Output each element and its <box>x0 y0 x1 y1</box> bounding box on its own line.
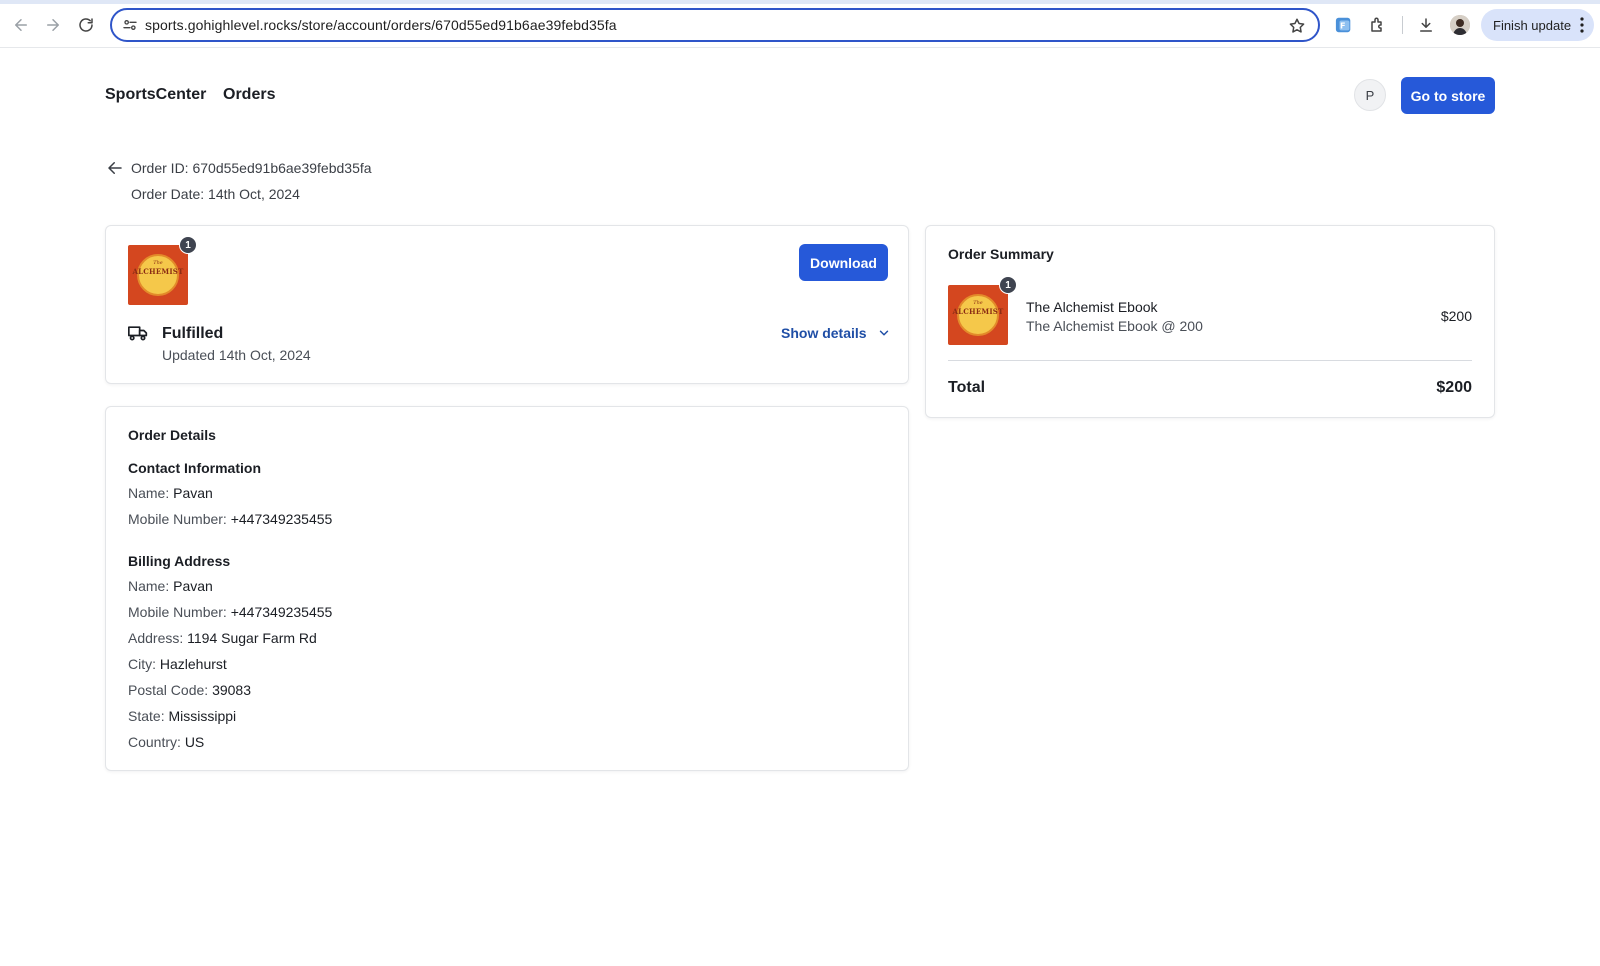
field-label: Name: <box>128 485 170 501</box>
url-text[interactable]: sports.gohighlevel.rocks/store/account/o… <box>145 17 617 33</box>
field-label: Postal Code: <box>128 682 209 698</box>
browser-profile-avatar[interactable] <box>1450 15 1470 35</box>
toolbar-divider <box>1402 16 1403 34</box>
contact-name: Name: Pavan <box>128 485 213 501</box>
field-label: Mobile Number: <box>128 511 227 527</box>
finish-update-button[interactable]: Finish update <box>1481 9 1594 41</box>
user-avatar[interactable]: P <box>1354 79 1386 111</box>
download-button[interactable]: Download <box>799 244 888 281</box>
cover-the-text: The <box>153 260 163 266</box>
more-menu-icon[interactable] <box>1580 17 1584 33</box>
billing-city: City: Hazlehurst <box>128 656 227 672</box>
order-details-card: Order Details Contact Information Name: … <box>105 406 909 771</box>
fulfillment-status: Fulfilled <box>162 325 224 342</box>
fulfillment-card: The ALCHEMIST 1 Download Fulfilled Updat… <box>105 225 909 384</box>
chevron-down-icon <box>879 330 888 336</box>
total-label: Total <box>948 379 986 396</box>
back-icon[interactable] <box>10 14 32 36</box>
address-bar[interactable]: sports.gohighlevel.rocks/store/account/o… <box>110 8 1320 42</box>
quantity-badge: 1 <box>179 236 197 254</box>
summary-item-variant: The Alchemist Ebook @ 200 <box>1026 318 1203 334</box>
go-to-store-button[interactable]: Go to store <box>1401 77 1495 114</box>
browser-toolbar: sports.gohighlevel.rocks/store/account/o… <box>0 0 1600 48</box>
field-label: City: <box>128 656 156 672</box>
billing-postal-code: Postal Code: 39083 <box>128 682 251 698</box>
show-details-toggle[interactable]: Show details <box>781 325 891 341</box>
extensions-puzzle-icon[interactable] <box>1368 15 1388 35</box>
site-settings-icon[interactable] <box>122 17 138 33</box>
summary-product-image: The ALCHEMIST <box>948 285 1008 345</box>
order-summary-card: Order Summary The ALCHEMIST 1 The Alchem… <box>925 225 1495 418</box>
downloads-icon[interactable] <box>1416 15 1436 35</box>
reload-icon[interactable] <box>75 14 97 36</box>
field-value: 39083 <box>212 682 251 698</box>
tab-strip-edge <box>0 0 1600 4</box>
product-image: The ALCHEMIST <box>128 245 188 305</box>
summary-quantity-badge: 1 <box>999 276 1017 294</box>
field-label: Mobile Number: <box>128 604 227 620</box>
field-label: Address: <box>128 630 184 646</box>
translate-extension-icon[interactable]: F <box>1334 15 1354 35</box>
summary-divider <box>948 360 1472 361</box>
order-id: Order ID: 670d55ed91b6ae39febd35fa <box>131 160 372 176</box>
truck-icon <box>128 326 148 341</box>
show-details-label: Show details <box>781 325 867 341</box>
billing-country: Country: US <box>128 734 204 750</box>
field-value: +447349235455 <box>230 604 333 620</box>
billing-mobile: Mobile Number: +447349235455 <box>128 604 332 620</box>
billing-state: State: Mississippi <box>128 708 236 724</box>
field-label: State: <box>128 708 165 724</box>
field-value: Pavan <box>173 578 213 594</box>
billing-name: Name: Pavan <box>128 578 213 594</box>
fulfillment-updated: Updated 14th Oct, 2024 <box>162 347 311 363</box>
order-details-title: Order Details <box>128 427 216 443</box>
field-label: Country: <box>128 734 181 750</box>
bookmark-star-icon[interactable] <box>1288 17 1306 35</box>
contact-mobile: Mobile Number: +447349235455 <box>128 511 332 527</box>
nav-orders-link[interactable]: Orders <box>223 86 275 104</box>
field-value: Mississippi <box>168 708 237 724</box>
cover-title-text: ALCHEMIST <box>952 307 1004 316</box>
svg-text:F: F <box>1340 21 1346 31</box>
forward-icon[interactable] <box>42 14 64 36</box>
field-value: Hazlehurst <box>159 656 227 672</box>
billing-address: Address: 1194 Sugar Farm Rd <box>128 630 317 646</box>
field-value: 1194 Sugar Farm Rd <box>187 630 317 646</box>
order-date: Order Date: 14th Oct, 2024 <box>131 186 300 202</box>
field-value: US <box>184 734 205 750</box>
contact-info-title: Contact Information <box>128 460 261 476</box>
summary-item-name: The Alchemist Ebook <box>1026 299 1158 315</box>
order-summary-title: Order Summary <box>948 246 1054 262</box>
total-value: $200 <box>1436 379 1472 396</box>
billing-address-title: Billing Address <box>128 553 231 569</box>
cover-the-text: The <box>973 300 983 306</box>
field-value: +447349235455 <box>230 511 333 527</box>
brand-name[interactable]: SportsCenter <box>105 86 206 104</box>
cover-title-text: ALCHEMIST <box>132 267 184 276</box>
summary-item-price: $200 <box>1440 308 1472 324</box>
back-arrow-icon[interactable] <box>106 159 124 177</box>
finish-update-label: Finish update <box>1493 17 1572 33</box>
field-value: Pavan <box>173 485 213 501</box>
field-label: Name: <box>128 578 170 594</box>
